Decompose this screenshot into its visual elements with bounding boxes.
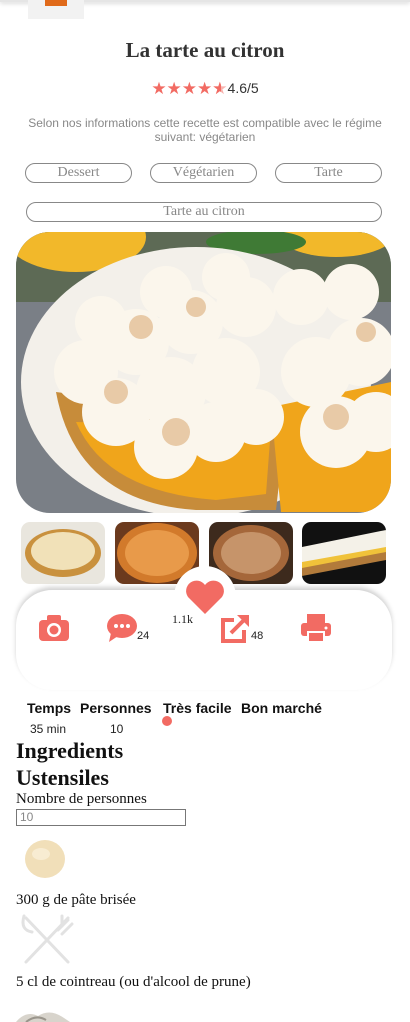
print-button[interactable] [300,613,332,648]
thumbnail-1[interactable] [21,522,105,584]
tag-tarte[interactable]: Tarte [275,163,382,183]
share-count: 48 [251,630,264,642]
recipe-rating: ★★★★★ ★ 4.6/5 [0,79,410,99]
comment-icon [107,614,137,642]
share-icon [221,615,249,643]
ingredient-3-image [16,1008,70,1022]
fork-knife-icon [18,912,74,968]
dough-ball-icon [24,838,66,880]
persons-input[interactable]: 10 [16,809,186,826]
info-header-time: Temps [27,700,72,716]
share-button[interactable] [219,613,251,650]
recipe-main-photo[interactable] [16,232,391,513]
comments-button[interactable] [106,613,138,648]
likes-count: 1.1k [172,612,193,626]
camera-icon [39,615,69,641]
rating-stars-icon: ★★★★★ ★ [151,79,228,98]
photo-button[interactable] [38,613,70,648]
ingredients-heading: Ingredients [16,738,124,763]
ustensiles-heading: Ustensiles [16,765,109,790]
ingredient-1: 300 g de pâte brisée [16,892,136,908]
difficulty-indicator [162,716,172,726]
site-logo[interactable] [28,0,84,19]
tag-vegetarien[interactable]: Végétarien [150,163,257,183]
info-header-difficulty: Très facile [163,700,232,716]
info-persons-value: 10 [110,722,124,736]
persons-label: Nombre de personnes [16,791,147,807]
info-header-cost: Bon marché [241,700,322,716]
thumbnail-4[interactable] [302,522,386,584]
info-header-persons: Personnes [80,700,152,716]
info-time-value: 35 min [30,722,67,736]
recipe-title: La tarte au citron [125,38,285,62]
tag-tarte-au-citron[interactable]: Tarte au citron [26,202,382,222]
ingredient-2: 5 cl de cointreau (ou d'alcool de prune) [16,974,251,990]
diet-compat-text: Selon nos informations cette recette est… [28,116,382,144]
comments-count: 24 [137,630,150,642]
rating-text: 4.6/5 [227,80,259,96]
tag-dessert[interactable]: Dessert [25,163,132,183]
print-icon [301,614,331,643]
